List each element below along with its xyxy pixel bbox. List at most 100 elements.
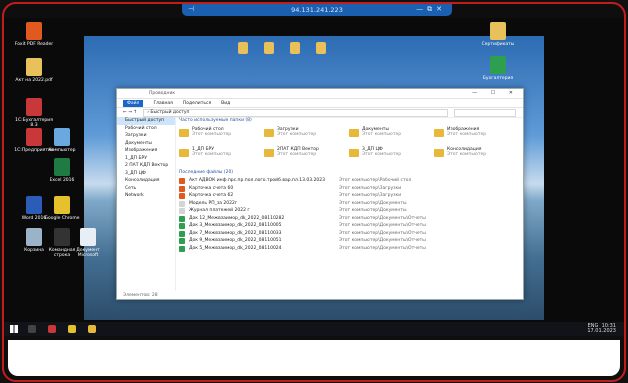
search-input[interactable] bbox=[454, 108, 517, 117]
app-icon bbox=[54, 158, 70, 176]
folder-location: Этот компьютер bbox=[362, 132, 402, 137]
app-icon bbox=[490, 22, 506, 40]
pdf-file-icon[interactable] bbox=[314, 42, 328, 56]
folder-icon bbox=[179, 149, 189, 157]
folder-location: Этот компьютер bbox=[362, 152, 402, 157]
recent-file-row[interactable]: Док 12_Межвзаимор_dk_2022_08110282 Этот к… bbox=[179, 215, 519, 223]
recent-file-row[interactable]: Карточка счета 60 Этот компьютер\Загрузки bbox=[179, 185, 519, 193]
desktop-icon-label: Акт на 2022.pdf bbox=[15, 78, 53, 83]
desktop-icon-label: Excel 2016 bbox=[49, 178, 75, 183]
file-icon bbox=[179, 193, 185, 199]
recent-file-row[interactable]: Док 5_Межвзаимор_dk_2022_08110024 Этот ко… bbox=[179, 245, 519, 253]
folder-icon bbox=[264, 149, 274, 157]
recent-file-row[interactable]: Карточка счета 62 Этот компьютер\Загрузки bbox=[179, 192, 519, 200]
desktop-icon-label: 1С:Бухгалтерия 8.3 bbox=[15, 118, 53, 128]
recent-file-row[interactable]: Журнал платежей 2022 г Этот компьютер\Док… bbox=[179, 207, 519, 215]
file-name: Карточка счета 60 bbox=[189, 185, 234, 191]
folder-tile[interactable]: Изображения Этот компьютер bbox=[434, 127, 519, 143]
recent-file-row[interactable]: Акт АДВОК инф.прс.пр.пол.лого.тройб.вар.… bbox=[179, 177, 519, 185]
app-icon bbox=[26, 22, 42, 40]
folder-tile[interactable]: 1_ДП БРУ Этот компьютер bbox=[179, 147, 264, 163]
chrome-icon[interactable] bbox=[68, 325, 76, 333]
app-icon bbox=[26, 98, 42, 116]
nav-item[interactable]: Документы bbox=[117, 140, 175, 148]
desktop-icon[interactable]: Google Chrome bbox=[40, 196, 84, 221]
rdp-connection-bar[interactable]: ⊣ 94.131.241.223 —⧉✕ bbox=[182, 4, 452, 16]
nav-item[interactable]: Консолидация bbox=[117, 177, 175, 185]
desktop-icon[interactable]: Документ Microsoft bbox=[66, 228, 110, 258]
app-1c-icon[interactable] bbox=[48, 325, 56, 333]
folder-tile[interactable]: Консолидация Этот компьютер bbox=[434, 147, 519, 163]
folder-icon bbox=[434, 129, 444, 137]
recent-file-row[interactable]: Док 7_Межвзаимор_dk_2022_08110033 Этот ко… bbox=[179, 230, 519, 238]
folder-tile[interactable]: 3_ДП ЦФ Этот компьютер bbox=[349, 147, 434, 163]
desktop-icon[interactable]: Foxit PDF Reader bbox=[12, 22, 56, 47]
explorer-titlebar[interactable]: Проводник — ☐ ✕ bbox=[117, 89, 523, 99]
address-bar[interactable]: › Быстрый доступ bbox=[143, 108, 449, 117]
folder-tile[interactable]: Документы Этот компьютер bbox=[349, 127, 434, 143]
ribbon-tab[interactable]: Поделиться bbox=[183, 101, 211, 106]
file-location: Этот компьютер\Документы\Отчеты bbox=[339, 215, 426, 221]
app-icon bbox=[54, 128, 70, 146]
window-controls[interactable]: — ☐ ✕ bbox=[472, 90, 519, 96]
folder-tile[interactable]: 2ПАТ КДП Вектор Этот компьютер bbox=[264, 147, 349, 163]
file-icon bbox=[179, 223, 185, 229]
folder-location: Этот компьютер bbox=[277, 132, 317, 137]
folder-location: Этот компьютер bbox=[192, 132, 232, 137]
desktop-icon[interactable]: 1С:Бухгалтерия 8.3 bbox=[12, 98, 56, 128]
frequent-folders-header[interactable]: Часто используемые папки (8) bbox=[179, 117, 519, 125]
desktop-icon[interactable]: Корзина bbox=[12, 228, 56, 253]
ribbon-tab[interactable]: Вид bbox=[221, 101, 230, 106]
folder-location: Этот компьютер bbox=[277, 152, 317, 157]
system-tray[interactable]: ENG 10:31 17.01.2023 bbox=[587, 324, 616, 334]
recent-file-row[interactable]: Док 9_Межвзаимор_dk_2022_08110051 Этот ко… bbox=[179, 237, 519, 245]
desktop-icon-label: Бухгалтерия bbox=[482, 76, 514, 81]
file-location: Этот компьютер\Документы\Отчеты bbox=[339, 238, 426, 243]
pdf-file-icon[interactable] bbox=[236, 42, 250, 56]
rdp-window-controls[interactable]: —⧉✕ bbox=[416, 5, 446, 14]
desktop-icon-label: Google Chrome bbox=[44, 216, 80, 221]
windows-start-icon[interactable] bbox=[10, 325, 18, 333]
nav-item[interactable]: Загрузки bbox=[117, 132, 175, 140]
file-location: Этот компьютер\Документы\Отчеты bbox=[339, 245, 426, 251]
ribbon-tab[interactable]: Файл bbox=[123, 99, 144, 107]
device-frame: Foxit PDF Reader Акт на 2022.pdf 1С:Бухгал… bbox=[2, 2, 626, 382]
desktop-icon[interactable]: Excel 2016 bbox=[40, 158, 84, 183]
folder-icon bbox=[349, 129, 359, 137]
desktop-icon-label: Документ Microsoft bbox=[76, 248, 100, 258]
nav-item[interactable]: 3_ДП ЦФ bbox=[117, 170, 175, 178]
recent-file-row[interactable]: Док 3_Межвзаимор_dk_2022_08110005 Этот ко… bbox=[179, 222, 519, 230]
recent-files-header[interactable]: Последние файлы (20) bbox=[179, 169, 519, 177]
recent-file-row[interactable]: Модель РП_за 2022г Этот компьютер\Докумен… bbox=[179, 200, 519, 208]
file-location: Этот компьютер\Рабочий стол bbox=[339, 178, 412, 183]
nav-item[interactable]: Изображения bbox=[117, 147, 175, 155]
pdf-file-icon[interactable] bbox=[288, 42, 302, 56]
folder-tile[interactable]: Рабочий стол Этот компьютер bbox=[179, 127, 264, 143]
desktop-icon[interactable]: Компьютер bbox=[40, 128, 84, 153]
desktop-icon-label: Компьютер bbox=[48, 148, 76, 153]
nav-arrows-icon[interactable]: ← → ↑ bbox=[123, 110, 137, 115]
desktop-icon-label: Корзина bbox=[24, 248, 44, 253]
nav-item[interactable]: 1_ДП БРУ bbox=[117, 155, 175, 163]
desktop-icon[interactable]: Сертификаты bbox=[476, 22, 520, 47]
nav-item[interactable]: Быстрый доступ bbox=[117, 117, 175, 125]
nav-item[interactable]: Рабочий стол bbox=[117, 125, 175, 133]
explorer-icon[interactable] bbox=[88, 325, 96, 333]
desktop-icon[interactable]: Бухгалтерия bbox=[476, 56, 520, 81]
explorer-window[interactable]: Проводник — ☐ ✕ Файл Главная Поделиться Вид… bbox=[116, 88, 524, 300]
search-icon[interactable] bbox=[28, 325, 36, 333]
file-location: Этот компьютер\Документы bbox=[339, 200, 407, 206]
nav-item[interactable]: 2 ПАТ КДП Вектор bbox=[117, 162, 175, 170]
desktop-icon[interactable]: Акт на 2022.pdf bbox=[12, 58, 56, 83]
pdf-file-icon[interactable] bbox=[262, 42, 276, 56]
nav-item[interactable]: Network bbox=[117, 192, 175, 200]
desktop-icon-label: Сертификаты bbox=[481, 42, 515, 47]
folder-tile[interactable]: Загрузки Этот компьютер bbox=[264, 127, 349, 143]
file-name: Журнал платежей 2022 г bbox=[189, 208, 250, 213]
nav-item[interactable]: Сеть bbox=[117, 185, 175, 193]
taskbar: ENG 10:31 17.01.2023 bbox=[4, 322, 624, 336]
ribbon-tab[interactable]: Главная bbox=[153, 101, 172, 106]
folder-icon bbox=[179, 129, 189, 137]
file-icon bbox=[179, 185, 185, 192]
desktop-icon-label: Foxit PDF Reader bbox=[14, 42, 54, 47]
